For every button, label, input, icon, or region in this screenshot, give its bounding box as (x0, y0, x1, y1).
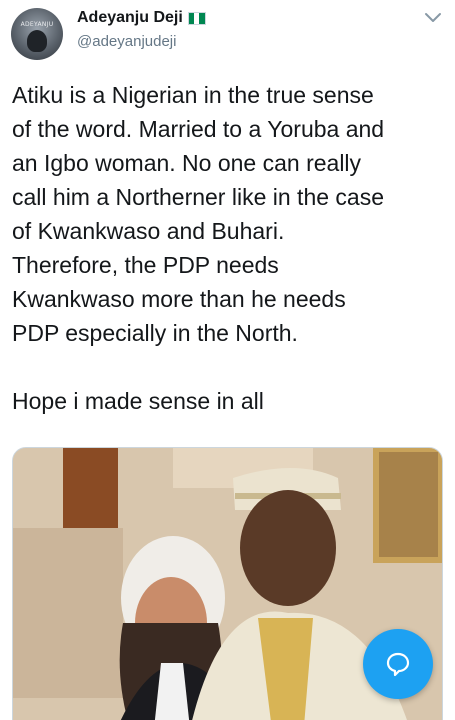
author-name[interactable]: Adeyanju Deji (77, 9, 183, 27)
compose-tweet-button[interactable] (363, 629, 433, 699)
speech-bubble-icon (386, 652, 410, 677)
avatar[interactable]: ADEYANJU (11, 8, 63, 60)
author-name-row[interactable]: Adeyanju Deji (77, 9, 206, 27)
avatar-brand-text: ADEYANJU (20, 21, 54, 28)
tweet-text: Atiku is a Nigerian in the true sense of… (12, 82, 385, 414)
avatar-silhouette (27, 30, 47, 52)
nigeria-flag-icon (187, 11, 206, 25)
tweet-header: ADEYANJU Adeyanju Deji @adeyanjudeji (0, 0, 455, 70)
chevron-down-icon[interactable] (424, 11, 442, 25)
author-handle[interactable]: @adeyanjudeji (77, 33, 176, 50)
